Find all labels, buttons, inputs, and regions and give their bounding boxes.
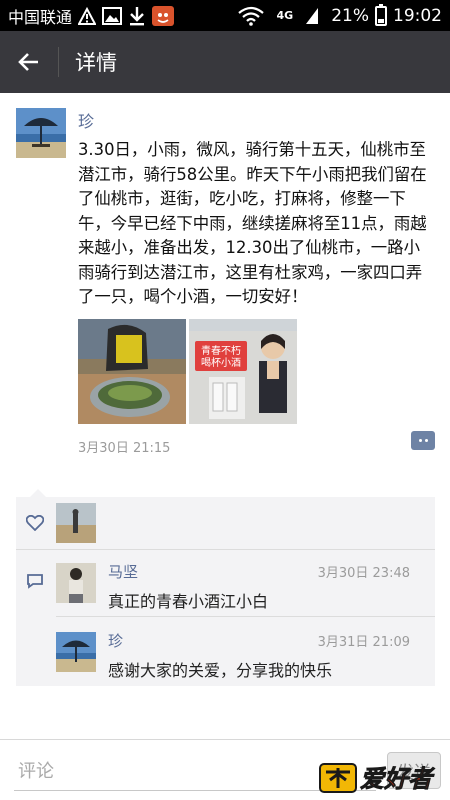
commenter-name[interactable]: 珍 [108, 630, 123, 651]
comment-text: 感谢大家的关爱，分享我的快乐 [108, 661, 333, 680]
poster-name[interactable]: 珍 [78, 108, 94, 132]
carrier-label: 中国联通 [8, 7, 73, 27]
comment-icon [26, 573, 44, 593]
signal-strength-icon [305, 6, 319, 26]
app-bar-divider [58, 47, 59, 77]
post-text: 3.30日，小雨，微风，骑行第十五天，仙桃市至潜江市，骑行58公里。昨天下午小雨… [78, 140, 427, 306]
more-button[interactable] [411, 431, 435, 450]
battery-fill [378, 19, 384, 23]
comment-time: 3月31日 21:09 [317, 635, 410, 650]
battery-icon [375, 3, 387, 26]
liker-avatar[interactable] [56, 503, 96, 543]
image-icon [102, 6, 123, 26]
poster-avatar[interactable] [16, 108, 66, 158]
more-icon-dot [424, 439, 428, 442]
comment-divider [56, 616, 435, 617]
network-4g-icon: 4G [277, 6, 294, 26]
commenter-avatar[interactable] [56, 632, 96, 672]
status-bar: 中国联通 4G 21% 19:02 [0, 0, 450, 31]
post-photo-1[interactable] [78, 319, 186, 424]
watermark-logo: 爱好者 [318, 758, 446, 796]
clock: 19:02 [393, 5, 442, 26]
watermark-text: 爱好者 [360, 765, 435, 793]
interaction-panel: 马坚 3月30日 23:48 真正的青春小酒江小白 珍 3月31日 21:09 … [16, 489, 435, 686]
signal-alert-icon [78, 6, 97, 26]
commenter-name[interactable]: 马坚 [108, 561, 138, 582]
likes-row [16, 497, 435, 550]
comment-input[interactable] [18, 756, 358, 786]
battery-percent: 21% [331, 5, 369, 26]
post-time: 3月30日 21:15 [78, 441, 171, 456]
post-photo-2[interactable]: 青春不朽 喝杯小酒 [189, 319, 297, 424]
photo2-text-line2: 喝杯小酒 [201, 356, 241, 369]
app-bar: 详情 [0, 31, 450, 93]
heart-icon [25, 514, 45, 535]
arrow-left-icon [18, 53, 38, 71]
comment-text: 真正的青春小酒江小白 [108, 592, 269, 611]
comment-time: 3月30日 23:48 [317, 566, 410, 581]
download-icon [128, 6, 146, 26]
back-button[interactable] [0, 31, 58, 93]
more-icon-dot [418, 439, 422, 442]
commenter-avatar[interactable] [56, 563, 96, 603]
wifi-icon [237, 6, 265, 26]
app-notification-icon [152, 5, 175, 26]
page-title: 详情 [75, 51, 117, 75]
photo2-text-line1: 青春不朽 [201, 344, 241, 357]
network-type-label: 4G [276, 9, 294, 22]
